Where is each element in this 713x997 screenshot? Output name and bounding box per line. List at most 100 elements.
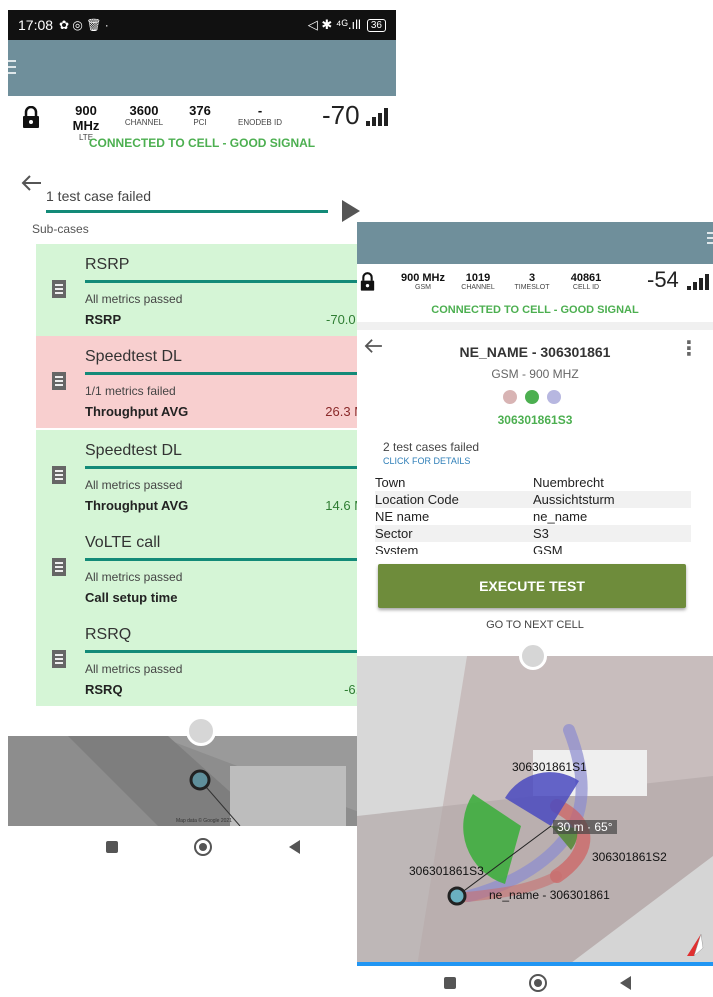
- info-value: ne_name: [533, 509, 588, 524]
- document-icon: [52, 558, 66, 576]
- channel-column: 1019 CHANNEL: [456, 272, 500, 291]
- cell-subtitle: GSM - 900 MHZ: [491, 367, 579, 381]
- cellid-value: 40861: [570, 272, 602, 284]
- document-icon: [52, 466, 66, 484]
- subcase-title: Speedtest DL: [85, 442, 182, 459]
- subcase-card[interactable]: Speedtest DL All metrics passed Throughput…: [36, 430, 388, 522]
- home-button[interactable]: [194, 838, 213, 856]
- subcase-card[interactable]: Speedtest DL 1/1 metrics failed Throughput…: [36, 336, 388, 428]
- enodeb-label: ENODEB ID: [237, 118, 282, 127]
- status-cancelled-icon: [547, 390, 561, 404]
- cell-info-bar: 900 MHz GSM 1019 CHANNEL 3 TIMESLOT 4086…: [357, 264, 713, 322]
- subcase-card[interactable]: RSRP All metrics passed RSRP -70.0 dBm: [36, 244, 388, 336]
- info-key: NE name: [375, 509, 430, 524]
- subcase-progress-bar: [85, 466, 388, 469]
- sector1-label: 306301861S1: [512, 760, 587, 774]
- system-nav-bar: [68, 832, 338, 862]
- channel-label: CHANNEL: [124, 118, 164, 127]
- back-arrow-icon[interactable]: [20, 174, 42, 192]
- pci-value: 376: [189, 103, 211, 118]
- document-icon: [52, 280, 66, 298]
- subcase-progress-bar: [85, 372, 388, 375]
- subcase-progress-bar: [85, 558, 388, 561]
- sector2-label: 306301861S2: [592, 850, 667, 864]
- map-credit: Map data © Google 2021: [176, 818, 232, 824]
- subcase-title: Speedtest DL: [85, 348, 182, 365]
- map-drag-handle[interactable]: [186, 716, 216, 746]
- metric-name: Call setup time: [85, 590, 178, 605]
- subcase-summary: All metrics passed: [85, 662, 183, 676]
- details-link[interactable]: CLICK FOR DETAILS: [383, 456, 470, 466]
- map-graphic: [357, 656, 713, 966]
- metric-name: RSRQ: [85, 682, 123, 697]
- channel-value: 3600: [129, 103, 159, 118]
- play-icon[interactable]: [342, 200, 360, 222]
- tech-label: GSM: [415, 284, 431, 291]
- subcase-progress-bar: [85, 280, 388, 283]
- rssi-value: -54: [647, 267, 679, 292]
- battery-indicator: 36: [366, 18, 386, 32]
- execute-test-button[interactable]: EXECUTE TEST: [378, 564, 686, 608]
- document-icon: [52, 372, 66, 390]
- back-button[interactable]: [619, 976, 631, 990]
- subcase-title: VoLTE call: [85, 534, 161, 551]
- subcase-summary: All metrics passed: [85, 570, 183, 584]
- subcase-title: RSRP: [85, 256, 130, 273]
- channel-column: 3600 CHANNEL: [121, 103, 167, 127]
- subcase-summary: 1/1 metrics failed: [85, 384, 176, 398]
- pci-label: PCI: [193, 118, 207, 127]
- recent-apps-button[interactable]: [443, 977, 456, 989]
- home-button[interactable]: [528, 974, 547, 992]
- info-value: Aussichtsturm: [533, 492, 615, 507]
- signal-strength-icon: [366, 108, 388, 126]
- enodeb-value: -: [257, 103, 263, 118]
- info-key: Town: [375, 475, 406, 490]
- subcase-card[interactable]: VoLTE call All metrics passed Call setup t…: [36, 522, 388, 614]
- cell-info-bar: 900 MHz LTE 3600 CHANNEL 376 PCI - ENODE…: [8, 96, 396, 160]
- info-value: GSM: [533, 543, 563, 554]
- signal-strength-icon: [687, 274, 709, 290]
- distance-label: 30 m · 65°: [553, 820, 617, 834]
- map-view[interactable]: Map data © Google 2021: [8, 736, 396, 826]
- status-passed-icon: [525, 390, 539, 404]
- timeslot-value: 3: [528, 272, 536, 284]
- subcases-label: Sub-cases: [32, 222, 89, 236]
- subcase-card[interactable]: RSRQAll metrics passedRSRQ-6.3 dB: [36, 614, 388, 706]
- status-icons-left: ✿ ◎ 🗑 ·: [59, 18, 109, 32]
- test-progress-bar: [46, 210, 328, 213]
- status-time: 17:08: [18, 17, 54, 33]
- subcase-summary: All metrics passed: [85, 292, 183, 306]
- status-bar: 17:08 ✿ ◎ 🗑 · ◁ ✱ ⁴ᴳ.ıll 36: [8, 10, 396, 40]
- system-nav-bar: [407, 970, 667, 996]
- map-view[interactable]: 306301861S1 306301861S2 306301861S3 30 m…: [357, 656, 713, 966]
- metric-name: Throughput AVG: [85, 404, 189, 419]
- timeslot-column: 3 TIMESLOT: [510, 272, 554, 291]
- info-key: Location Code: [375, 492, 459, 507]
- left-phone-screen: 17:08 ✿ ◎ 🗑 · ◁ ✱ ⁴ᴳ.ıll 36 900 MHz LTE …: [8, 10, 396, 882]
- menu-icon[interactable]: [8, 60, 16, 74]
- metric-name: Throughput AVG: [85, 498, 189, 513]
- info-row: Sector S3: [375, 525, 691, 542]
- enodeb-column: - ENODEB ID: [232, 103, 288, 127]
- rssi-value: -70: [322, 100, 360, 130]
- recent-apps-button[interactable]: [106, 841, 119, 853]
- info-row: NE name ne_name: [375, 508, 691, 525]
- info-row: Location Code Aussichtsturm: [375, 491, 691, 508]
- more-options-icon[interactable]: ⋮: [679, 336, 699, 361]
- map-graphic: [8, 736, 396, 826]
- map-drag-handle[interactable]: [519, 642, 547, 670]
- menu-icon[interactable]: [707, 232, 713, 244]
- cell-info-table[interactable]: Town Nuembrecht Location Code Aussichtsturm…: [357, 474, 713, 554]
- pci-column: 376 PCI: [180, 103, 220, 127]
- cell-title: NE_NAME - 306301861: [459, 344, 611, 360]
- document-icon: [52, 650, 66, 668]
- back-button[interactable]: [288, 840, 300, 854]
- subcase-summary: All metrics passed: [85, 478, 183, 492]
- next-cell-button[interactable]: GO TO NEXT CELL: [357, 619, 713, 631]
- sector3-label: 306301861S3: [409, 864, 484, 878]
- info-value: S3: [533, 526, 549, 541]
- right-phone-screen: 900 MHz GSM 1019 CHANNEL 3 TIMESLOT 4086…: [357, 222, 713, 997]
- app-bar: [8, 40, 396, 96]
- divider: [357, 322, 713, 330]
- band-value: 900 MHz: [400, 272, 446, 284]
